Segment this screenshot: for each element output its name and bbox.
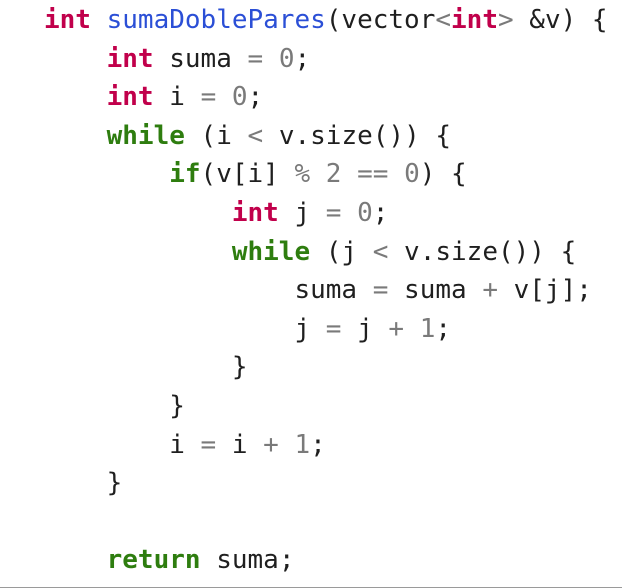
code-text: (j <box>310 236 373 267</box>
operator: = <box>372 275 389 306</box>
code-text: i <box>153 82 201 113</box>
type-keyword: int <box>231 197 279 228</box>
code-line-6: int j = 0; <box>44 194 608 233</box>
code-text: i <box>216 429 264 460</box>
code-text: ; <box>310 429 326 460</box>
code-text: ; <box>247 82 264 113</box>
code-text: j <box>341 313 389 344</box>
number-literal: 1 <box>294 429 311 460</box>
operator: = <box>200 429 217 460</box>
code-line-9: j = j + 1; <box>44 310 608 349</box>
operator: = <box>200 82 217 113</box>
code-text: } <box>44 390 185 421</box>
code-block: int sumaDoblePares(vector<int> &v) { int… <box>44 0 608 580</box>
code-line-11: } <box>44 387 608 426</box>
code-line-7: while (j < v.size()) { <box>44 233 608 272</box>
code-text: suma <box>153 43 248 74</box>
operator: % <box>294 159 311 190</box>
operator: < <box>435 5 452 35</box>
code-text: v[j]; <box>497 275 592 306</box>
code-line-5: if(v[i] % 2 == 0) { <box>44 155 608 194</box>
operator: = <box>325 313 342 344</box>
code-line-15: return suma; <box>44 541 608 580</box>
code-line-12: i = i + 1; <box>44 426 608 465</box>
code-text: } <box>44 468 123 499</box>
number-literal: 0 <box>404 159 420 190</box>
code-text: ; <box>372 197 389 228</box>
code-line-14: ​ <box>44 503 608 542</box>
number-literal: 0 <box>231 82 248 113</box>
operator: + <box>482 275 498 306</box>
code-view: int sumaDoblePares(vector<int> &v) { int… <box>0 0 622 588</box>
type-keyword: int <box>106 43 154 74</box>
code-text: j <box>44 313 326 344</box>
code-text: j <box>278 197 326 228</box>
number-literal: 1 <box>419 313 436 344</box>
type-keyword: int <box>106 82 154 113</box>
operator: + <box>388 313 405 344</box>
code-text: suma <box>44 275 373 306</box>
number-literal: 0 <box>278 43 295 74</box>
code-line-8: suma = suma + v[j]; <box>44 271 608 310</box>
operator: = <box>247 43 264 74</box>
control-keyword: return <box>106 545 201 576</box>
code-text: v.size()) { <box>388 236 577 267</box>
operator: < <box>372 236 389 267</box>
code-text: ; <box>294 43 311 74</box>
code-line-10: } <box>44 348 608 387</box>
code-text: ; <box>435 313 452 344</box>
control-keyword: while <box>231 236 311 267</box>
code-line-3: int i = 0; <box>44 78 608 117</box>
function-name: sumaDoblePares <box>106 5 326 35</box>
number-literal: 0 <box>357 197 373 228</box>
operator: > <box>497 5 514 35</box>
code-text: (i <box>184 120 248 151</box>
control-keyword: if <box>169 159 201 190</box>
code-text: &v) { <box>513 5 608 35</box>
code-line-13: } <box>44 464 608 503</box>
operator: < <box>247 120 264 151</box>
code-line-2: int suma = 0; <box>44 40 608 79</box>
code-text: i <box>44 429 201 460</box>
code-text: } <box>44 352 248 383</box>
code-text: v.size()) { <box>263 120 452 151</box>
code-line-4: while (i < v.size()) { <box>44 117 608 156</box>
number-literal: 2 <box>325 159 342 190</box>
operator: == <box>357 159 389 190</box>
code-text: ) { <box>419 159 467 190</box>
code-line-1: int sumaDoblePares(vector<int> &v) { <box>44 1 608 40</box>
code-text: (v[i] <box>200 159 295 190</box>
control-keyword: while <box>106 120 185 151</box>
code-text: suma <box>388 275 483 306</box>
code-text: suma; <box>200 545 295 576</box>
operator: = <box>325 197 342 228</box>
code-text: (vector <box>325 5 436 35</box>
operator: + <box>263 429 279 460</box>
type-keyword: int <box>44 5 91 35</box>
type-keyword: int <box>451 5 498 35</box>
